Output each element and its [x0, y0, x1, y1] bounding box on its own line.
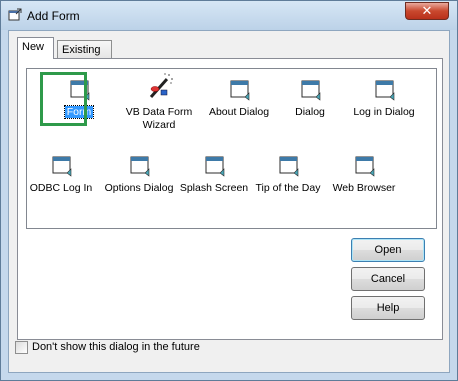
add-form-dialog: Add Form ✕ New Existing Form VB Data For…: [0, 0, 458, 381]
tab-existing-label: Existing: [62, 44, 101, 56]
tab-existing[interactable]: Existing: [57, 40, 112, 60]
help-button[interactable]: Help: [351, 296, 425, 320]
item-label: ODBC Log In: [29, 182, 93, 194]
item-label: Log in Dialog: [353, 106, 415, 118]
item-label: Tip of the Day: [255, 182, 321, 194]
tab-new-label: New: [22, 41, 45, 53]
form-icon: [355, 156, 375, 177]
form-icon: [52, 156, 72, 177]
close-button[interactable]: ✕: [405, 2, 449, 20]
item-label: Options Dialog: [104, 182, 174, 194]
title-bar[interactable]: Add Form ✕: [1, 1, 457, 30]
tab-panel-new: Form VB Data Form Wizard About Dialog Di…: [17, 58, 443, 340]
dialog-client-area: New Existing Form VB Data Form Wizard Ab…: [8, 30, 450, 373]
item-label: Dialog: [295, 106, 325, 118]
form-icon: [70, 80, 90, 101]
tab-new[interactable]: New: [17, 37, 54, 59]
item-label: About Dialog: [208, 106, 270, 118]
app-icon: [8, 8, 22, 21]
form-icon: [301, 80, 321, 101]
window-title: Add Form: [27, 9, 80, 23]
form-icon: [375, 80, 395, 101]
close-icon: ✕: [421, 3, 433, 18]
form-icon: [230, 80, 250, 101]
dont-show-again-checkbox[interactable]: [15, 341, 28, 354]
item-label-line-1: VB Data Form: [125, 106, 193, 118]
item-label: Splash Screen: [179, 182, 249, 194]
cancel-button[interactable]: Cancel: [351, 267, 425, 291]
template-list[interactable]: Form VB Data Form Wizard About Dialog Di…: [26, 68, 437, 229]
form-icon: [279, 156, 299, 177]
dont-show-again-label[interactable]: Don't show this dialog in the future: [32, 341, 200, 353]
item-label: Form: [63, 105, 95, 119]
item-label-line-2: Wizard: [142, 119, 176, 131]
form-icon: [130, 156, 150, 177]
wizard-icon: [149, 73, 173, 98]
open-button[interactable]: Open: [351, 238, 425, 262]
form-icon: [205, 156, 225, 177]
item-label: Web Browser: [332, 182, 396, 194]
